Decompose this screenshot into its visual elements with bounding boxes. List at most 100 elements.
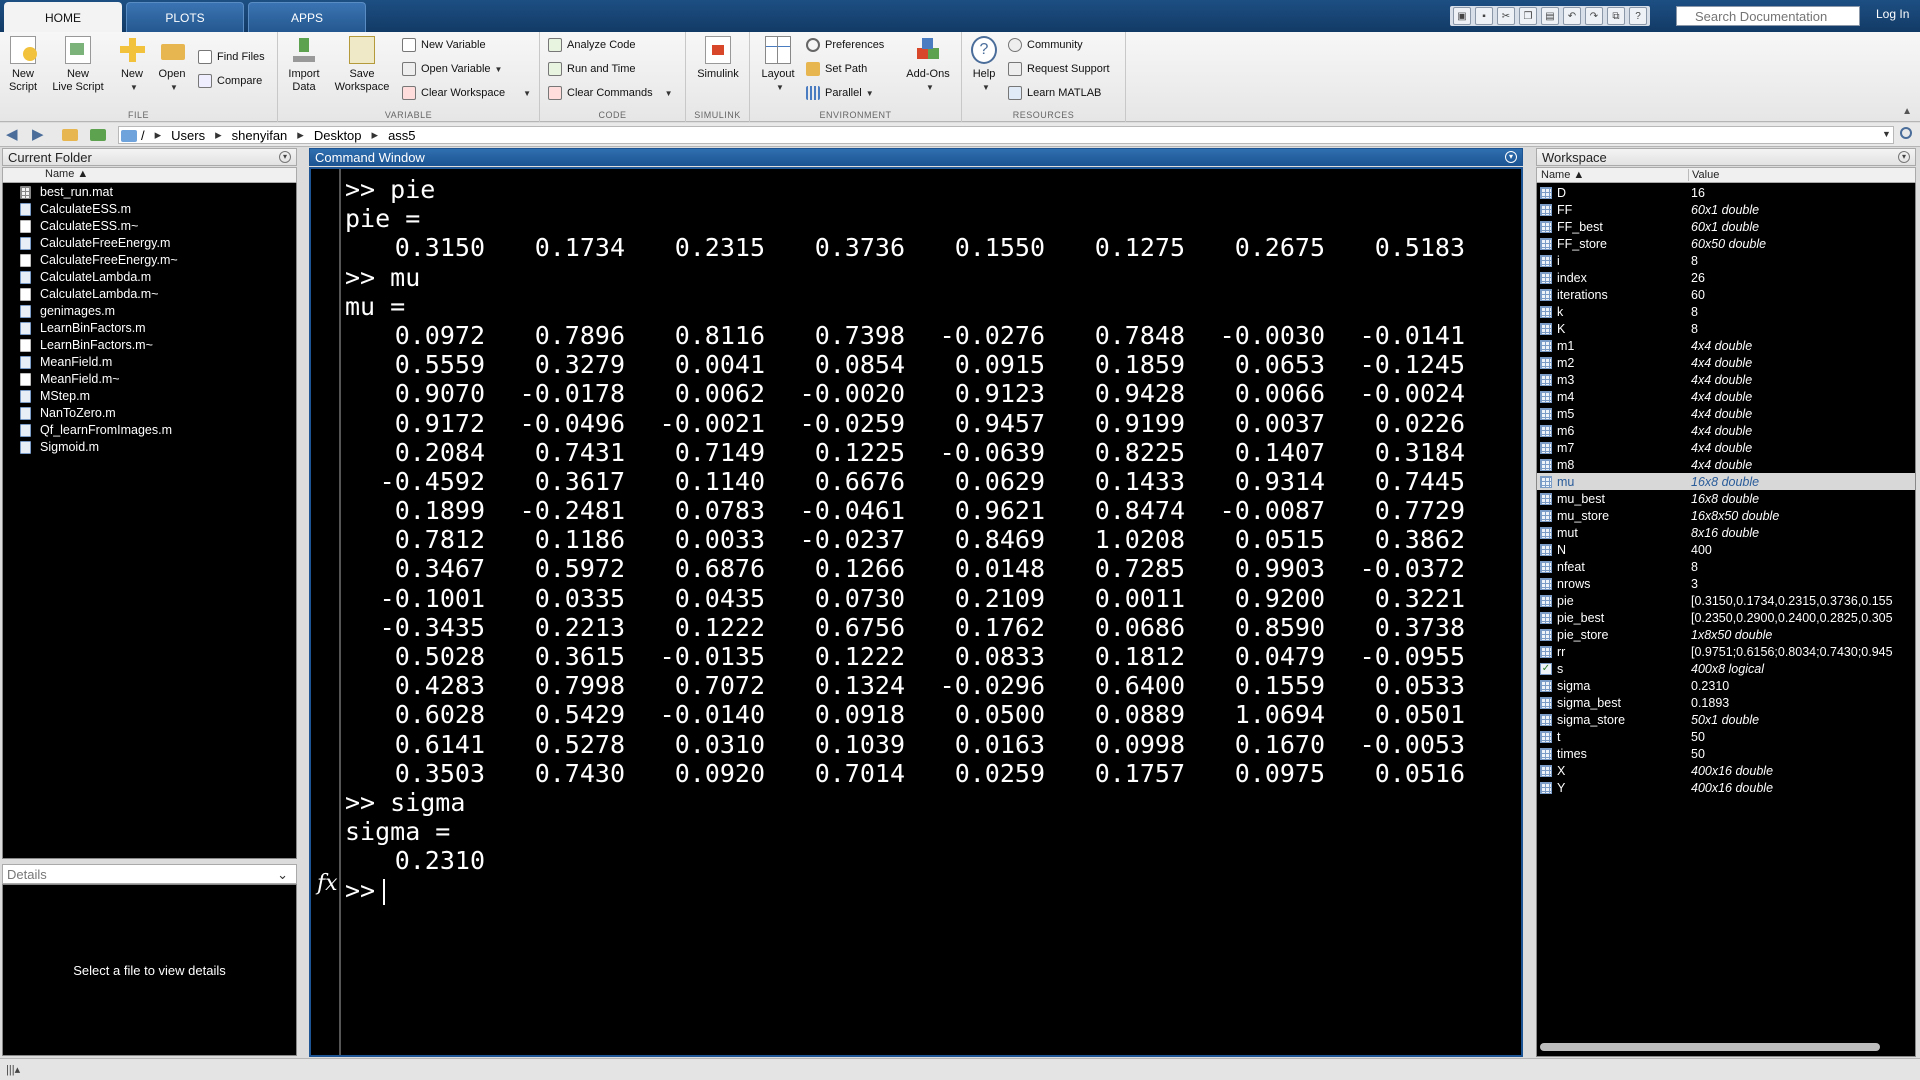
workspace-row[interactable]: m7 4x4 double (1537, 439, 1915, 456)
undo-icon[interactable]: ↶ (1563, 7, 1581, 25)
workspace-col-value[interactable]: Value (1688, 169, 1719, 181)
switch-windows-icon[interactable]: ⧉ (1607, 7, 1625, 25)
file-list-item[interactable]: NanToZero.m (20, 405, 116, 421)
compare-button[interactable]: Compare (198, 74, 262, 88)
login-link[interactable]: Log In (1876, 7, 1909, 21)
function-browser-icon[interactable]: fx (317, 871, 338, 896)
workspace-row[interactable]: sigma 0.2310 (1537, 677, 1915, 694)
workspace-col-name[interactable]: Name ▲ (1541, 169, 1584, 181)
preferences-button[interactable]: Preferences (806, 38, 884, 52)
chevron-down-icon[interactable]: ⌄ (277, 867, 288, 883)
run-and-time-button[interactable]: Run and Time (548, 62, 635, 76)
workspace-row[interactable]: k8 (1537, 303, 1915, 320)
workspace-row[interactable]: sigma_store 50x1 double (1537, 711, 1915, 728)
current-folder-column-header[interactable]: Name ▲ (2, 167, 297, 183)
workspace-row[interactable]: pie_store 1x8x50 double (1537, 626, 1915, 643)
new-script-button[interactable]: New Script (6, 36, 40, 94)
save-icon[interactable]: ▪ (1475, 7, 1493, 25)
panel-actions-icon[interactable]: ▾ (1898, 151, 1910, 163)
details-header[interactable]: Details ⌄ (2, 864, 297, 884)
workspace-row[interactable]: ✓ s 400x8 logical (1537, 660, 1915, 677)
file-list-item[interactable]: CalculateLambda.m~ (20, 286, 158, 302)
cut-icon[interactable]: ✂ (1497, 7, 1515, 25)
panel-actions-icon[interactable]: ▾ (1505, 151, 1517, 163)
file-list-item[interactable]: LearnBinFactors.m (20, 320, 146, 336)
workspace-row[interactable]: FF_best 60x1 double (1537, 218, 1915, 235)
workspace-row[interactable]: mut 8x16 double (1537, 524, 1915, 541)
clear-workspace-button[interactable]: Clear Workspace ▼ (402, 86, 531, 100)
file-list-item[interactable]: CalculateLambda.m (20, 269, 151, 285)
set-path-button[interactable]: Set Path (806, 62, 867, 76)
workspace-row[interactable]: FF 60x1 double (1537, 201, 1915, 218)
breadcrumb-ass5[interactable]: ass5 (388, 128, 415, 143)
browse-folder-icon[interactable] (90, 129, 106, 141)
workspace-row[interactable]: mu 16x8 double (1537, 473, 1915, 490)
file-list-item[interactable]: MStep.m (20, 388, 90, 404)
search-folder-icon[interactable] (1900, 127, 1912, 139)
workspace-row[interactable]: t 50 (1537, 728, 1915, 745)
paste-icon[interactable]: ▤ (1541, 7, 1559, 25)
workspace-row[interactable]: sigma_best 0.1893 (1537, 694, 1915, 711)
command-window[interactable]: fx >> pie pie = 0.3150 0.1734 0.2315 0.3736 0.… (309, 167, 1523, 1057)
open-variable-button[interactable]: Open Variable ▼ (402, 62, 502, 76)
layout-button[interactable]: Layout ▼ (758, 36, 798, 94)
workspace-row[interactable]: rr [0.9751;0.6156;0.8034;0.7430;0.945 (1537, 643, 1915, 660)
file-list-item[interactable]: MeanField.m~ (20, 371, 120, 387)
horizontal-scrollbar[interactable] (1540, 1043, 1880, 1051)
file-list-item[interactable]: Qf_learnFromImages.m (20, 422, 172, 438)
file-list-item[interactable]: LearnBinFactors.m~ (20, 337, 153, 353)
workspace-row[interactable]: D 16 (1537, 184, 1915, 201)
community-button[interactable]: Community (1008, 38, 1083, 52)
panel-actions-icon[interactable]: ▾ (279, 151, 291, 163)
workspace-row[interactable]: K8 (1537, 320, 1915, 337)
learn-matlab-button[interactable]: Learn MATLAB (1008, 86, 1101, 100)
workspace-row[interactable]: m5 4x4 double (1537, 405, 1915, 422)
file-list-item[interactable]: MeanField.m (20, 354, 112, 370)
breadcrumb-root[interactable]: / (141, 128, 145, 143)
workspace-row[interactable]: m8 4x4 double (1537, 456, 1915, 473)
file-list-item[interactable]: best_run.mat (20, 184, 113, 200)
new-button[interactable]: New ▼ (116, 36, 148, 94)
panel-splitter[interactable] (300, 147, 308, 1057)
collapse-ribbon-icon[interactable]: ▲ (1902, 106, 1912, 117)
workspace-row[interactable]: N 400 (1537, 541, 1915, 558)
open-button[interactable]: Open ▼ (156, 36, 188, 94)
file-list-item[interactable]: CalculateFreeEnergy.m~ (20, 252, 178, 268)
add-ons-button[interactable]: Add-Ons ▼ (900, 36, 956, 94)
tab-apps[interactable]: APPS (248, 2, 366, 32)
workspace-row[interactable]: times 50 (1537, 745, 1915, 762)
file-list-item[interactable]: CalculateFreeEnergy.m (20, 235, 170, 251)
command-window-output[interactable]: >> pie pie = 0.3150 0.1734 0.2315 0.3736 0.155… (345, 175, 1521, 905)
breadcrumb-user[interactable]: shenyifan (232, 128, 288, 143)
up-folder-icon[interactable] (62, 129, 78, 141)
workspace-row[interactable]: pie [0.3150,0.1734,0.2315,0.3736,0.155 (1537, 592, 1915, 609)
workspace-row[interactable]: Y 400x16 double (1537, 779, 1915, 796)
workspace-row[interactable]: m2 4x4 double (1537, 354, 1915, 371)
breadcrumb[interactable]: / ▸ Users ▸ shenyifan ▸ Desktop ▸ ass5 (118, 126, 1894, 144)
file-list-item[interactable]: genimages.m (20, 303, 115, 319)
search-documentation-input[interactable] (1676, 6, 1860, 26)
workspace-row[interactable]: i8 (1537, 252, 1915, 269)
workspace-row[interactable]: m4 4x4 double (1537, 388, 1915, 405)
tab-plots[interactable]: PLOTS (126, 2, 244, 32)
workspace-row[interactable]: m6 4x4 double (1537, 422, 1915, 439)
workspace-row[interactable]: FF_store 60x50 double (1537, 235, 1915, 252)
workspace-row[interactable]: iterations 60 (1537, 286, 1915, 303)
parallel-button[interactable]: Parallel ▼ (806, 86, 874, 100)
workspace-row[interactable]: nfeat 8 (1537, 558, 1915, 575)
file-list-item[interactable]: Sigmoid.m (20, 439, 99, 455)
command-prompt[interactable]: >> (345, 876, 1521, 905)
workspace-row[interactable]: mu_best 16x8 double (1537, 490, 1915, 507)
docked-icon[interactable]: ▣ (1453, 7, 1471, 25)
save-workspace-button[interactable]: Save Workspace (332, 36, 392, 94)
redo-icon[interactable]: ↷ (1585, 7, 1603, 25)
forward-icon[interactable]: ▶ (32, 127, 44, 143)
path-dropdown-icon[interactable]: ▼ (1882, 129, 1891, 139)
file-list-item[interactable]: CalculateESS.m (20, 201, 131, 217)
request-support-button[interactable]: Request Support (1008, 62, 1110, 76)
import-data-button[interactable]: Import Data (284, 36, 324, 94)
workspace-row[interactable]: m1 4x4 double (1537, 337, 1915, 354)
copy-icon[interactable]: ❐ (1519, 7, 1537, 25)
new-variable-button[interactable]: New Variable (402, 38, 486, 52)
help-icon[interactable]: ? (1629, 7, 1647, 25)
